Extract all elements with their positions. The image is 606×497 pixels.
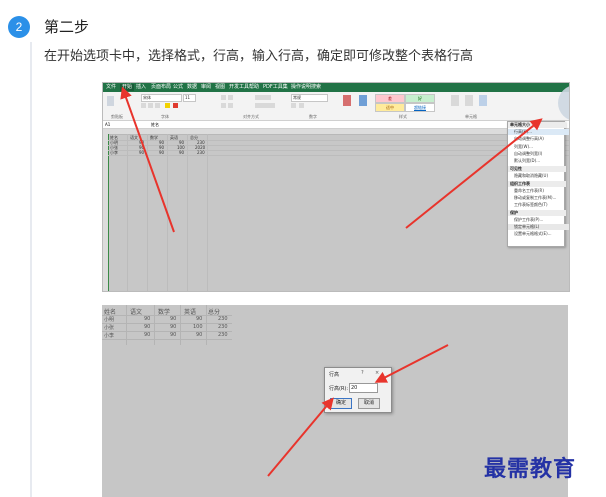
watermark-logo: 最需教育 xyxy=(484,456,577,482)
arrow-to-row-height-input xyxy=(374,344,449,383)
arrow-to-ok-button xyxy=(267,397,334,477)
arrow-to-home-tab xyxy=(120,86,175,233)
arrow-to-row-height-item xyxy=(405,118,543,229)
annotation-arrows xyxy=(120,86,543,477)
